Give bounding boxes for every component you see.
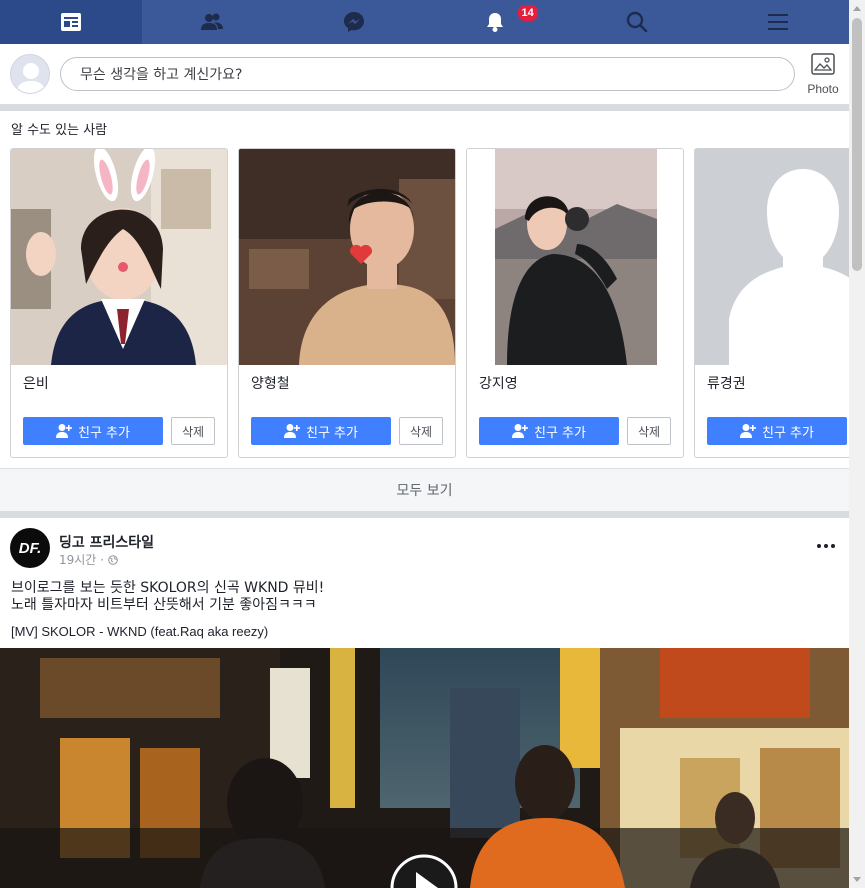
post-text-line: 브이로그를 보는 듯한 SKOLOR의 신곡 WKND 뮤비! [11, 580, 325, 596]
post-link-title[interactable]: [MV] SKOLOR - WKND (feat.Raq aka reezy) [11, 624, 268, 639]
status-input[interactable]: 무슨 생각을 하고 계신가요? [60, 57, 795, 91]
search-icon [626, 11, 648, 33]
scrollbar-thumb[interactable] [852, 18, 862, 271]
person-card[interactable]: 류경권 친구 추가 삭제 [694, 148, 849, 458]
person-card[interactable]: 강지영 친구 추가 삭제 [466, 148, 684, 458]
add-friend-label: 친구 추가 [534, 425, 586, 441]
add-friend-icon [56, 424, 72, 438]
add-friend-button[interactable]: 친구 추가 [251, 417, 391, 445]
page-logo: DF. [18, 539, 42, 557]
person-name[interactable]: 양형철 [251, 373, 290, 393]
notification-count-badge: 14 [516, 4, 539, 22]
section-divider [0, 104, 849, 111]
delete-suggestion-button[interactable]: 삭제 [171, 417, 215, 445]
friends-icon [201, 13, 224, 30]
delete-suggestion-button[interactable]: 삭제 [399, 417, 443, 445]
scroll-up-arrow-icon[interactable] [853, 6, 861, 11]
more-options-icon [817, 544, 835, 548]
people-you-may-know-title: 알 수도 있는 사람 [11, 123, 108, 138]
person-photo[interactable] [695, 149, 849, 365]
person-name[interactable]: 류경권 [707, 373, 746, 393]
tab-menu[interactable] [708, 0, 850, 44]
main-content: 14 무슨 생각을 하고 계신가요? Photo 알 수도 있는 사람 은비 친… [0, 0, 849, 888]
person-card[interactable]: 양형철 친구 추가 삭제 [238, 148, 456, 458]
person-name[interactable]: 강지영 [479, 373, 518, 393]
tab-friends[interactable] [142, 0, 284, 44]
notifications-bell-icon [487, 13, 504, 32]
post-video[interactable] [0, 648, 849, 888]
messenger-icon [343, 12, 364, 32]
post-text: 브이로그를 보는 듯한 SKOLOR의 신곡 WKND 뮤비! 노래 틀자마자 … [11, 580, 324, 614]
photo-icon [811, 53, 835, 75]
add-friend-label: 친구 추가 [78, 425, 130, 441]
photo-button[interactable]: Photo [802, 52, 844, 98]
scroll-down-arrow-icon[interactable] [853, 877, 861, 882]
post-meta: 19시간 · [59, 551, 118, 568]
default-profile-silhouette-icon [695, 149, 849, 365]
add-friend-icon [512, 424, 528, 438]
photo-button-label: Photo [807, 82, 839, 96]
section-divider [0, 511, 849, 518]
post-time[interactable]: 19시간 · [59, 551, 104, 568]
tab-search[interactable] [566, 0, 708, 44]
facebook-mobile-page: 14 무슨 생각을 하고 계신가요? Photo 알 수도 있는 사람 은비 친… [0, 0, 865, 888]
add-friend-label: 친구 추가 [306, 425, 358, 441]
tab-messenger[interactable] [283, 0, 425, 44]
see-all-button[interactable]: 모두 보기 [0, 468, 849, 511]
page-avatar[interactable]: DF. [10, 528, 50, 568]
person-name[interactable]: 은비 [23, 373, 49, 393]
tab-notifications[interactable]: 14 [425, 0, 567, 44]
add-friend-label: 친구 추가 [762, 425, 814, 441]
default-avatar-icon [11, 55, 49, 93]
post-author[interactable]: 딩고 프리스타일 [59, 532, 154, 552]
add-friend-icon [284, 424, 300, 438]
add-friend-button[interactable]: 친구 추가 [479, 417, 619, 445]
post-options-button[interactable] [814, 536, 838, 556]
my-avatar[interactable] [10, 54, 50, 94]
page-scrollbar[interactable] [849, 0, 865, 888]
person-photo[interactable] [239, 149, 455, 365]
add-friend-button[interactable]: 친구 추가 [23, 417, 163, 445]
person-photo[interactable] [11, 149, 227, 365]
person-card[interactable]: 은비 친구 추가 삭제 [10, 148, 228, 458]
globe-icon [108, 554, 118, 565]
delete-suggestion-button[interactable]: 삭제 [627, 417, 671, 445]
menu-icon [768, 14, 789, 30]
status-composer: 무슨 생각을 하고 계신가요? Photo [0, 44, 849, 104]
post-text-line: 노래 틀자마자 비트부터 산뜻해서 기분 좋아짐ㅋㅋㅋ [11, 597, 317, 613]
add-friend-button[interactable]: 친구 추가 [707, 417, 847, 445]
add-friend-icon [740, 424, 756, 438]
top-nav-bar: 14 [0, 0, 849, 44]
person-photo[interactable] [467, 149, 683, 365]
status-input-placeholder: 무슨 생각을 하고 계신가요? [80, 67, 243, 83]
tab-news-feed[interactable] [0, 0, 142, 44]
news-feed-icon [60, 13, 81, 31]
